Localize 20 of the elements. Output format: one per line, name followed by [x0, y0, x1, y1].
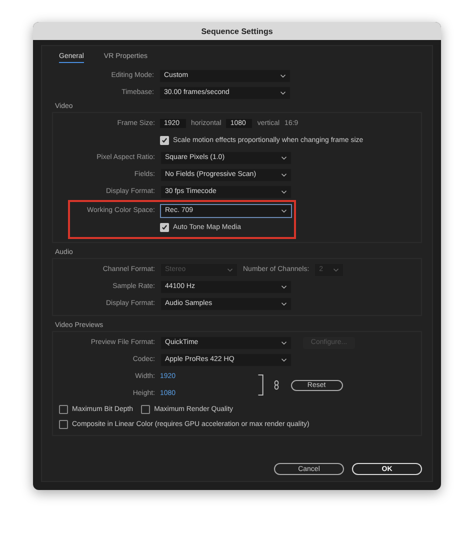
- chevron-icon: [280, 74, 286, 78]
- checkbox[interactable]: [160, 136, 169, 145]
- chevron-icon: [281, 172, 287, 176]
- checkbox[interactable]: [160, 223, 169, 232]
- chevron-icon: [333, 268, 340, 272]
- chevron-icon: [281, 156, 287, 160]
- chevron-icon: [281, 302, 287, 306]
- bracket-icon: [258, 374, 264, 396]
- checkbox[interactable]: [59, 405, 68, 414]
- chevron-icon: [281, 358, 287, 362]
- chevron-icon: [227, 268, 233, 272]
- chevron-icon: [280, 90, 286, 94]
- window-title: Sequence Settings: [201, 26, 273, 36]
- link-icon[interactable]: [274, 380, 279, 390]
- checkbox[interactable]: [141, 405, 150, 414]
- chevron-icon: [281, 190, 287, 194]
- chevron-icon: [281, 284, 287, 288]
- chevron-icon: [281, 208, 287, 212]
- chevron-icon: [281, 340, 287, 344]
- checkbox[interactable]: [59, 420, 68, 429]
